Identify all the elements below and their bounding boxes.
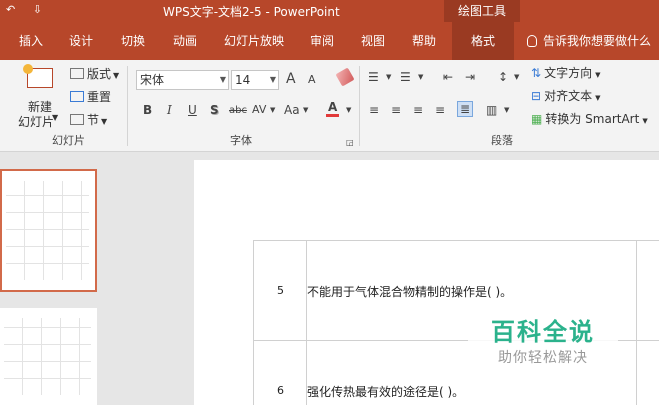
window-title: WPS文字-文档2-5 - PowerPoint: [163, 5, 340, 19]
tab-view[interactable]: 视图: [350, 22, 396, 60]
underline-icon[interactable]: U: [188, 103, 197, 117]
section-icon: [70, 114, 84, 125]
chevron-down-icon: ▼: [101, 117, 108, 126]
tab-slideshow[interactable]: 幻灯片放映: [215, 22, 293, 60]
shrink-font-icon[interactable]: A: [308, 73, 316, 86]
numbering-icon[interactable]: ☰: [400, 70, 411, 84]
slide-thumbnail[interactable]: [0, 308, 97, 405]
table-border: [253, 240, 659, 241]
layout-icon: [70, 68, 84, 79]
tab-animations[interactable]: 动画: [162, 22, 208, 60]
chevron-down-icon: ▼: [219, 75, 226, 84]
decrease-indent-icon[interactable]: ⇤: [443, 70, 453, 84]
text-direction-button[interactable]: ⇅ 文字方向 ▼: [531, 64, 600, 81]
smartart-icon: ▦: [531, 112, 543, 126]
chevron-down-icon: ▼: [269, 75, 276, 84]
chevron-down-icon[interactable]: ▼: [346, 106, 351, 114]
table-row-number[interactable]: 6: [277, 384, 284, 397]
align-text-button[interactable]: ⊟ 对齐文本 ▼: [531, 87, 600, 104]
table-row-text[interactable]: 强化传热最有效的途径是( )。: [307, 383, 464, 400]
distributed-icon[interactable]: ≣: [457, 101, 474, 117]
tab-format[interactable]: 格式: [452, 22, 514, 60]
chevron-down-icon: ▼: [642, 117, 648, 125]
font-group-label: 字体: [230, 134, 252, 147]
table-border: [306, 240, 307, 405]
strikethrough-icon[interactable]: abc: [229, 105, 247, 116]
chevron-down-icon[interactable]: ▼: [303, 106, 308, 114]
undo-icon[interactable]: ↶: [6, 3, 15, 16]
customize-qa-icon[interactable]: ⇩: [33, 3, 42, 16]
table-border: [636, 240, 637, 405]
clear-format-icon[interactable]: [335, 67, 355, 87]
change-case-icon[interactable]: Aa: [284, 103, 300, 117]
group-divider: [359, 66, 360, 146]
align-text-icon: ⊟: [531, 89, 542, 103]
tab-review[interactable]: 审阅: [299, 22, 345, 60]
new-slide-icon[interactable]: [21, 64, 59, 94]
paragraph-group-label: 段落: [491, 134, 513, 147]
ribbon-tab-bar: 插入 设计 切换 动画 幻灯片放映 审阅 视图 帮助 格式 告诉我你想要做什么: [0, 22, 659, 60]
table-row-number[interactable]: 5: [277, 284, 284, 297]
watermark-main-text: 百科全说: [491, 318, 595, 346]
align-left-icon[interactable]: ≡: [369, 103, 379, 117]
increase-indent-icon[interactable]: ⇥: [465, 70, 475, 84]
table-border: [253, 240, 254, 405]
chevron-down-icon[interactable]: ▼: [504, 106, 509, 114]
dialog-launcher-icon[interactable]: ◲: [346, 138, 354, 147]
ribbon-panel: 新建 幻灯片 ▼ 版式 ▼ 重置 节 ▼ 幻灯片 宋体 ▼ 14 ▼ A A B I U…: [0, 60, 659, 152]
font-size-value: 14: [235, 73, 251, 87]
align-right-icon[interactable]: ≡: [413, 103, 423, 117]
font-size-select[interactable]: 14 ▼: [231, 70, 279, 90]
convert-smartart-button[interactable]: ▦ 转换为 SmartArt ▼: [531, 110, 648, 127]
bullets-icon[interactable]: ☰: [368, 70, 379, 84]
tell-me-text: 告诉我你想要做什么: [543, 34, 652, 48]
title-bar: ↶ ⇩ WPS文字-文档2-5 - PowerPoint 绘图工具: [0, 0, 659, 22]
watermark-sub-text: 助你轻松解决: [498, 350, 588, 366]
layout-button[interactable]: 版式 ▼: [70, 65, 119, 82]
chevron-down-icon[interactable]: ▼: [52, 113, 58, 122]
thumbnail-table-preview: [4, 318, 91, 395]
chevron-down-icon: ▼: [595, 71, 601, 79]
font-color-icon[interactable]: A: [326, 100, 340, 117]
chevron-down-icon: ▼: [595, 94, 601, 102]
justify-icon[interactable]: ≡: [435, 103, 445, 117]
italic-icon[interactable]: I: [167, 103, 172, 117]
tab-design[interactable]: 设计: [58, 22, 104, 60]
lightbulb-icon: [527, 35, 537, 47]
quick-access-toolbar: ↶ ⇩: [6, 3, 56, 16]
new-slide-button-label[interactable]: 幻灯片: [18, 113, 54, 130]
align-center-icon[interactable]: ≡: [391, 103, 401, 117]
columns-icon[interactable]: ▥: [486, 103, 497, 117]
char-spacing-icon[interactable]: AV: [252, 103, 266, 116]
reset-button[interactable]: 重置: [70, 88, 111, 105]
grow-font-icon[interactable]: A: [286, 71, 296, 87]
bold-icon[interactable]: B: [143, 103, 152, 117]
line-spacing-icon[interactable]: ↕: [498, 70, 508, 84]
group-divider: [127, 66, 128, 146]
tell-me-search[interactable]: 告诉我你想要做什么: [527, 22, 651, 60]
text-shadow-icon[interactable]: S: [210, 103, 219, 117]
tab-insert[interactable]: 插入: [9, 22, 53, 60]
chevron-down-icon[interactable]: ▼: [514, 73, 519, 81]
thumbnail-table-preview: [6, 181, 89, 280]
chevron-down-icon[interactable]: ▼: [418, 73, 423, 81]
section-button[interactable]: 节 ▼: [70, 111, 107, 128]
chevron-down-icon: ▼: [113, 71, 120, 80]
slide-thumbnail-pane: [0, 153, 122, 405]
watermark-logo: 百科全说 助你轻松解决: [468, 315, 618, 375]
slide-thumbnail-selected[interactable]: [0, 169, 97, 292]
font-name-select[interactable]: 宋体 ▼: [136, 70, 229, 90]
tab-transitions[interactable]: 切换: [110, 22, 156, 60]
text-direction-icon: ⇅: [531, 66, 542, 80]
font-name-value: 宋体: [140, 73, 165, 87]
table-row-text[interactable]: 不能用于气体混合物精制的操作是( )。: [307, 283, 512, 300]
slides-group-label: 幻灯片: [52, 134, 85, 147]
tab-help[interactable]: 帮助: [401, 22, 447, 60]
drawing-tools-context-tab: 绘图工具: [444, 0, 520, 22]
reset-icon: [70, 91, 84, 102]
chevron-down-icon[interactable]: ▼: [386, 73, 391, 81]
chevron-down-icon[interactable]: ▼: [270, 106, 275, 114]
